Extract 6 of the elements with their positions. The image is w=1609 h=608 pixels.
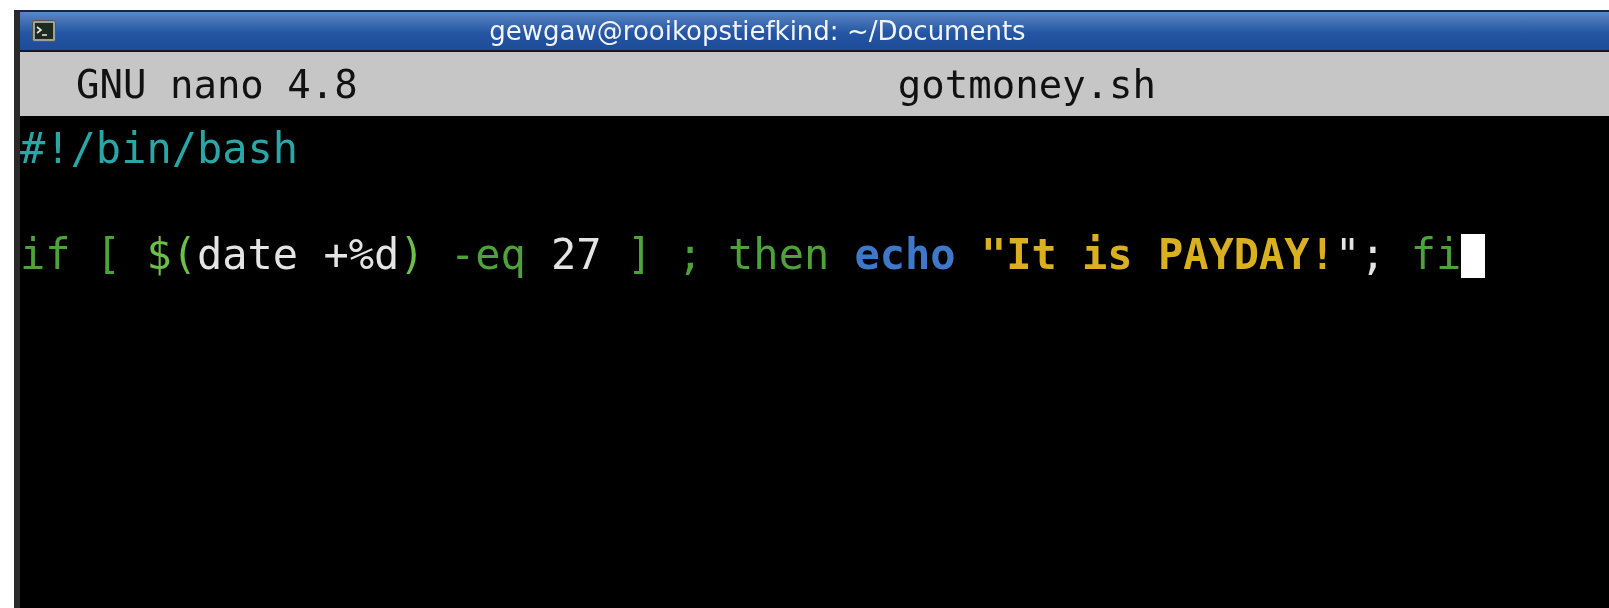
- code-line: if [ $(date +%d) -eq 27 ] ; then echo "It is PAYDAY!"; fi: [20, 228, 1486, 281]
- code-line: #!/bin/bash: [20, 123, 299, 175]
- editor-version: GNU nano 4.8: [76, 61, 358, 107]
- terminal-icon: [32, 20, 56, 42]
- window-title: gewgaw@rooikopstiefkind: ~/Documents: [488, 16, 1027, 46]
- file-name: gotmoney.sh: [897, 61, 1157, 107]
